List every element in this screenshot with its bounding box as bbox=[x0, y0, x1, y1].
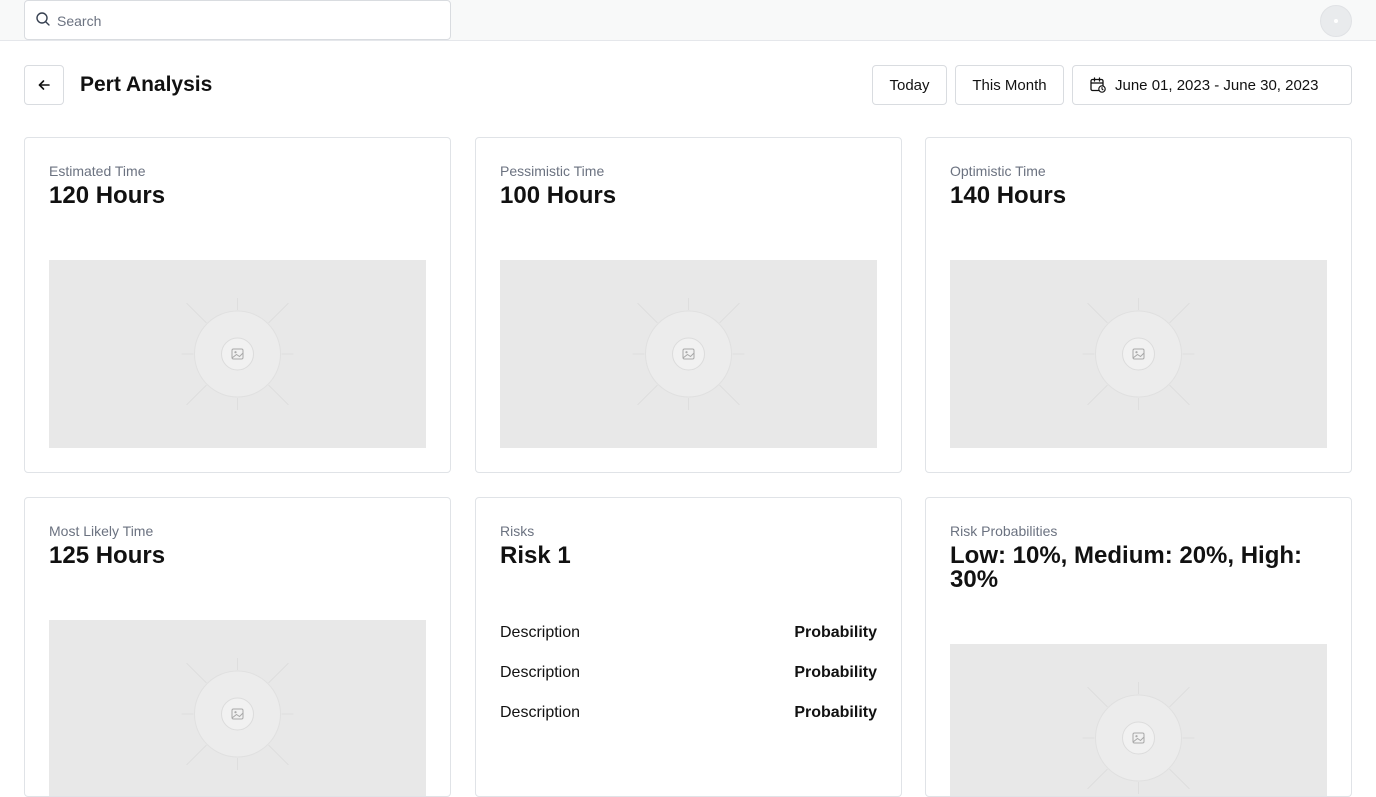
image-placeholder bbox=[950, 260, 1327, 448]
risks-card: Risks Risk 1 Description Probability Des… bbox=[475, 497, 902, 797]
arrow-left-icon bbox=[38, 80, 50, 90]
card-label: Optimistic Time bbox=[950, 163, 1046, 179]
calendar-icon bbox=[1090, 77, 1106, 93]
risk-description: Description bbox=[500, 704, 581, 721]
card-label: Risks bbox=[500, 523, 535, 539]
card-label: Most Likely Time bbox=[49, 523, 154, 539]
page-header: Pert Analysis Today This Month June 01, … bbox=[0, 41, 1376, 131]
search-icon bbox=[36, 12, 50, 26]
image-placeholder bbox=[49, 620, 426, 796]
date-range-button[interactable]: June 01, 2023 - June 30, 2023 bbox=[1072, 65, 1352, 105]
page-title: Pert Analysis bbox=[80, 73, 213, 96]
today-button[interactable]: Today bbox=[872, 65, 947, 105]
this-month-button[interactable]: This Month bbox=[955, 65, 1064, 105]
top-bar bbox=[0, 0, 1376, 41]
optimistic-time-card: Optimistic Time 140 Hours bbox=[925, 137, 1352, 473]
card-value: 140 Hours bbox=[950, 182, 1067, 209]
card-label: Estimated Time bbox=[49, 163, 146, 179]
card-label: Risk Probabilities bbox=[950, 523, 1058, 539]
card-label: Pessimistic Time bbox=[500, 163, 605, 179]
risk-probability: Probability bbox=[794, 704, 877, 721]
card-value: Risk 1 bbox=[500, 542, 571, 569]
risk-probability: Probability bbox=[794, 664, 877, 681]
estimated-time-card: Estimated Time 120 Hours bbox=[24, 137, 451, 473]
date-range-label: June 01, 2023 - June 30, 2023 bbox=[1115, 76, 1319, 94]
image-placeholder bbox=[49, 260, 426, 448]
image-placeholder bbox=[950, 644, 1327, 796]
pessimistic-time-card: Pessimistic Time 100 Hours bbox=[475, 137, 902, 473]
image-placeholder bbox=[500, 260, 877, 448]
list-item: Description Probability bbox=[500, 701, 877, 725]
avatar[interactable] bbox=[1320, 5, 1352, 37]
most-likely-time-card: Most Likely Time 125 Hours bbox=[24, 497, 451, 797]
card-value: 120 Hours bbox=[49, 182, 166, 209]
list-item: Description Probability bbox=[500, 621, 877, 645]
search-box[interactable] bbox=[24, 0, 451, 40]
risk-probabilities-card: Risk Probabilities Low: 10%, Medium: 20%… bbox=[925, 497, 1352, 797]
card-value: 100 Hours bbox=[500, 182, 617, 209]
risk-probability: Probability bbox=[794, 624, 877, 641]
search-input[interactable] bbox=[57, 10, 437, 32]
risk-description: Description bbox=[500, 664, 581, 681]
back-button[interactable] bbox=[24, 65, 64, 105]
card-value: 125 Hours bbox=[49, 542, 166, 569]
card-value: Low: 10%, Medium: 20%, High: 30% bbox=[950, 542, 1303, 593]
list-item: Description Probability bbox=[500, 661, 877, 685]
risk-description: Description bbox=[500, 624, 581, 641]
